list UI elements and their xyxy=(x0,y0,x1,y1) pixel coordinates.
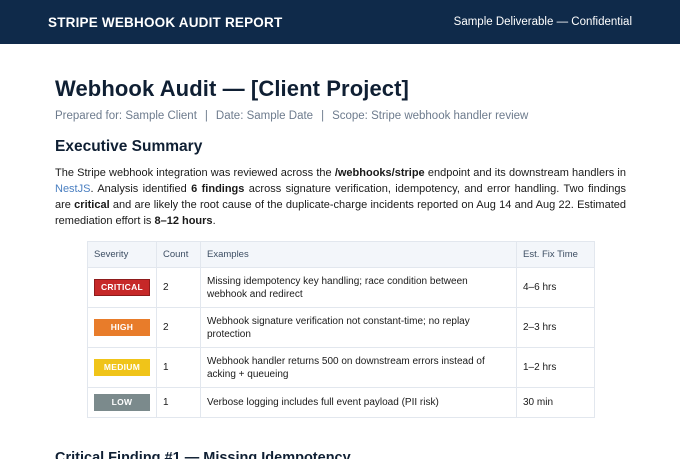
report-header-bar: STRIPE WEBHOOK AUDIT REPORT Sample Deliv… xyxy=(0,0,680,44)
count-cell: 2 xyxy=(156,307,201,348)
count-cell: 1 xyxy=(156,387,201,418)
findings-table: Severity Count Examples Est. Fix Time CR… xyxy=(87,241,595,418)
nestjs-link[interactable]: NestJS xyxy=(55,183,90,195)
fix-time-cell: 1–2 hrs xyxy=(516,347,595,388)
prepared-for: Prepared for: Sample Client xyxy=(55,110,197,122)
findings-count: 6 findings xyxy=(191,183,245,195)
table-row: MEDIUM 1 Webhook handler returns 500 on … xyxy=(87,347,595,388)
document-meta: Prepared for: Sample Client | Date: Sample… xyxy=(55,108,626,124)
document-body: Webhook Audit — [Client Project] Prepare… xyxy=(0,75,680,459)
examples-cell: Webhook handler returns 500 on downstrea… xyxy=(200,347,517,388)
column-header-fix-time: Est. Fix Time xyxy=(516,241,595,268)
severity-badge-high: HIGH xyxy=(94,319,150,336)
page-title: Webhook Audit — [Client Project] xyxy=(55,76,409,101)
executive-summary-heading: Executive Summary xyxy=(55,138,203,155)
column-header-severity: Severity xyxy=(87,241,157,268)
table-row: LOW 1 Verbose logging includes full even… xyxy=(87,387,595,418)
executive-summary-text: The Stripe webhook integration was revie… xyxy=(55,167,626,227)
examples-cell: Webhook signature verification not const… xyxy=(200,307,517,348)
column-header-examples: Examples xyxy=(200,241,517,268)
fix-time-cell: 30 min xyxy=(516,387,595,418)
table-row: HIGH 2 Webhook signature verification no… xyxy=(87,307,595,348)
severity-badge-low: LOW xyxy=(94,394,150,411)
meta-separator: | xyxy=(204,110,208,122)
severity-cell: HIGH xyxy=(87,307,157,348)
fix-time-cell: 2–3 hrs xyxy=(516,307,595,348)
endpoint-path: /webhooks/stripe xyxy=(334,167,425,179)
fix-time-cell: 4–6 hrs xyxy=(516,267,595,308)
table-header-row: Severity Count Examples Est. Fix Time xyxy=(87,241,595,268)
critical-emphasis: critical xyxy=(74,199,110,211)
document-date: Date: Sample Date xyxy=(215,110,314,122)
table-row: CRITICAL 2 Missing idempotency key handl… xyxy=(87,267,595,308)
report-brand-title: STRIPE WEBHOOK AUDIT REPORT xyxy=(48,14,283,30)
confidential-label: Sample Deliverable — Confidential xyxy=(453,16,632,28)
severity-badge-critical: CRITICAL xyxy=(94,279,150,296)
remediation-effort: 8–12 hours xyxy=(154,215,213,227)
severity-badge-medium: MEDIUM xyxy=(94,359,150,376)
severity-cell: LOW xyxy=(87,387,157,418)
severity-cell: CRITICAL xyxy=(87,267,157,308)
document-scope: Scope: Stripe webhook handler review xyxy=(332,110,529,122)
severity-cell: MEDIUM xyxy=(87,347,157,388)
examples-cell: Verbose logging includes full event payl… xyxy=(200,387,517,418)
count-cell: 2 xyxy=(156,267,201,308)
meta-separator: | xyxy=(321,110,325,122)
examples-cell: Missing idempotency key handling; race c… xyxy=(200,267,517,308)
critical-finding-heading: Critical Finding #1 — Missing Idempotenc… xyxy=(55,450,351,459)
count-cell: 1 xyxy=(156,347,201,388)
column-header-count: Count xyxy=(156,241,201,268)
